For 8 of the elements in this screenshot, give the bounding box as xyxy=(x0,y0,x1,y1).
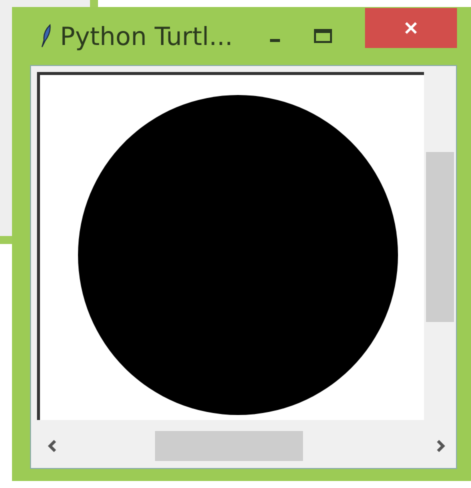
close-icon xyxy=(404,21,418,35)
scrollbar-thumb[interactable] xyxy=(155,431,303,461)
minimize-icon xyxy=(270,38,280,42)
close-button[interactable] xyxy=(365,8,457,48)
feather-icon xyxy=(40,24,52,48)
window-title: Python Turtl... xyxy=(60,22,233,50)
maximize-icon xyxy=(312,28,333,44)
scrollbar-thumb[interactable] xyxy=(426,152,454,322)
